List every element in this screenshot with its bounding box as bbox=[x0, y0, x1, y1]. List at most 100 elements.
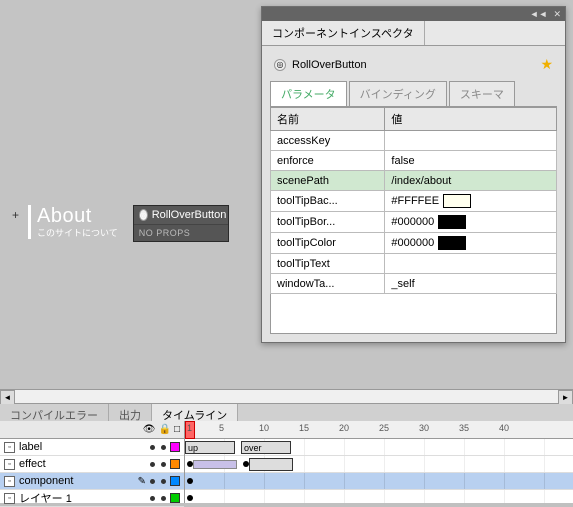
frame-row[interactable] bbox=[185, 490, 573, 503]
layer-color-swatch[interactable] bbox=[170, 459, 180, 469]
motion-tween[interactable] bbox=[193, 460, 237, 469]
param-value[interactable]: false bbox=[385, 151, 557, 171]
visibility-icon[interactable]: 👁 bbox=[143, 424, 156, 435]
param-name: toolTipBor... bbox=[271, 212, 385, 233]
component-icon: ◎ bbox=[139, 209, 148, 221]
color-swatch[interactable] bbox=[438, 236, 466, 250]
param-name: accessKey bbox=[271, 131, 385, 151]
timeline-ruler[interactable]: 1510152025303540 bbox=[185, 421, 573, 439]
frame-span[interactable] bbox=[249, 458, 293, 471]
ruler-tick: 35 bbox=[459, 423, 469, 433]
timeline-panel: 👁 🔒 □ ▫ label ▫ effect ▫ component ✎ ▫ レ… bbox=[0, 421, 573, 503]
param-value[interactable] bbox=[385, 254, 557, 274]
panel-tab-inspector[interactable]: コンポーネントインスペクタ bbox=[262, 21, 425, 45]
layer-name-label: effect bbox=[19, 458, 146, 470]
param-name: toolTipColor bbox=[271, 233, 385, 254]
col-header-value[interactable]: 値 bbox=[385, 108, 557, 131]
tab-schema[interactable]: スキーマ bbox=[449, 81, 515, 106]
keyframe-label[interactable]: up bbox=[185, 441, 235, 454]
outline-icon[interactable]: □ bbox=[174, 424, 180, 435]
table-row[interactable]: toolTipColor#000000 bbox=[271, 233, 557, 254]
layer-row[interactable]: ▫ component ✎ bbox=[0, 473, 184, 490]
table-row[interactable]: enforcefalse bbox=[271, 151, 557, 171]
lock-dot[interactable] bbox=[161, 445, 166, 450]
visibility-dot[interactable] bbox=[150, 445, 155, 450]
pencil-icon: ✎ bbox=[138, 476, 146, 487]
keyframe-label[interactable]: over bbox=[241, 441, 291, 454]
lock-dot[interactable] bbox=[161, 462, 166, 467]
param-value[interactable] bbox=[385, 131, 557, 151]
frame-row[interactable] bbox=[185, 473, 573, 490]
param-name: toolTipText bbox=[271, 254, 385, 274]
panel-close-icon[interactable]: ✕ bbox=[553, 9, 561, 20]
param-value[interactable]: #000000 bbox=[385, 233, 557, 254]
param-value[interactable]: #FFFFEE bbox=[385, 191, 557, 212]
table-row[interactable]: scenePath/index/about bbox=[271, 171, 557, 191]
table-row[interactable]: toolTipBor...#000000 bbox=[271, 212, 557, 233]
ruler-tick: 30 bbox=[419, 423, 429, 433]
layer-row[interactable]: ▫ effect bbox=[0, 456, 184, 473]
col-header-name[interactable]: 名前 bbox=[271, 108, 385, 131]
keyframe-icon[interactable] bbox=[187, 478, 193, 484]
component-inspector-panel: ◄◄ ✕ コンポーネントインスペクタ ◎ RollOverButton ★ パラ… bbox=[261, 6, 566, 343]
layer-name-label: label bbox=[19, 441, 146, 453]
lock-dot[interactable] bbox=[161, 496, 166, 501]
layer-row[interactable]: ▫ レイヤー 1 bbox=[0, 490, 184, 507]
visibility-dot[interactable] bbox=[150, 462, 155, 467]
param-name: windowTa... bbox=[271, 274, 385, 294]
scroll-track[interactable] bbox=[15, 390, 558, 403]
frame-row[interactable]: up over bbox=[185, 439, 573, 456]
tab-bindings[interactable]: バインディング bbox=[349, 81, 447, 106]
panel-collapse-icon[interactable]: ◄◄ bbox=[530, 9, 548, 19]
registration-point-icon: + bbox=[12, 208, 19, 222]
table-row[interactable]: accessKey bbox=[271, 131, 557, 151]
frame-row[interactable] bbox=[185, 456, 573, 473]
param-value[interactable]: _self bbox=[385, 274, 557, 294]
layer-row[interactable]: ▫ label bbox=[0, 439, 184, 456]
param-value[interactable]: #000000 bbox=[385, 212, 557, 233]
layer-type-icon: ▫ bbox=[4, 442, 15, 453]
layer-name-label: レイヤー 1 bbox=[19, 490, 146, 506]
ruler-tick: 5 bbox=[219, 423, 224, 433]
layer-name-label: component bbox=[19, 475, 134, 487]
component-icon: ◎ bbox=[274, 59, 286, 71]
ruler-tick: 25 bbox=[379, 423, 389, 433]
stage-scrollbar-horizontal[interactable]: ◄ ► bbox=[0, 389, 573, 404]
visibility-dot[interactable] bbox=[150, 479, 155, 484]
color-swatch[interactable] bbox=[438, 215, 466, 229]
layer-color-swatch[interactable] bbox=[170, 476, 180, 486]
about-text-block: About このサイトについて bbox=[28, 205, 118, 239]
ruler-tick: 10 bbox=[259, 423, 269, 433]
lock-dot[interactable] bbox=[161, 479, 166, 484]
param-name: toolTipBac... bbox=[271, 191, 385, 212]
star-icon[interactable]: ★ bbox=[540, 56, 553, 73]
about-subtitle: このサイトについて bbox=[37, 226, 118, 239]
tab-parameters[interactable]: パラメータ bbox=[270, 81, 347, 106]
param-name: enforce bbox=[271, 151, 385, 171]
ruler-tick: 1 bbox=[187, 423, 192, 433]
panel-titlebar[interactable]: ◄◄ ✕ bbox=[262, 7, 565, 21]
table-row[interactable]: windowTa..._self bbox=[271, 274, 557, 294]
instance-props-label: NO PROPS bbox=[134, 225, 228, 241]
lock-icon[interactable]: 🔒 bbox=[159, 424, 171, 435]
scroll-right-icon[interactable]: ► bbox=[558, 390, 573, 405]
parameter-table: 名前 値 accessKeyenforcefalsescenePath/inde… bbox=[270, 107, 557, 294]
layer-color-swatch[interactable] bbox=[170, 493, 180, 503]
frame-area: 1510152025303540 up over bbox=[185, 421, 573, 503]
layer-type-icon: ▫ bbox=[4, 493, 15, 504]
ruler-tick: 20 bbox=[339, 423, 349, 433]
layer-type-icon: ▫ bbox=[4, 476, 15, 487]
table-row[interactable]: toolTipBac...#FFFFEE bbox=[271, 191, 557, 212]
layer-header: 👁 🔒 □ bbox=[0, 421, 184, 439]
param-value[interactable]: /index/about bbox=[385, 171, 557, 191]
visibility-dot[interactable] bbox=[150, 496, 155, 501]
table-row[interactable]: toolTipText bbox=[271, 254, 557, 274]
layer-list: 👁 🔒 □ ▫ label ▫ effect ▫ component ✎ ▫ レ… bbox=[0, 421, 185, 503]
scroll-left-icon[interactable]: ◄ bbox=[0, 390, 15, 405]
component-instance[interactable]: ◎ RollOverButton NO PROPS bbox=[133, 205, 229, 242]
color-swatch[interactable] bbox=[443, 194, 471, 208]
param-name: scenePath bbox=[271, 171, 385, 191]
keyframe-icon[interactable] bbox=[187, 495, 193, 501]
layer-color-swatch[interactable] bbox=[170, 442, 180, 452]
about-title: About bbox=[37, 205, 118, 228]
